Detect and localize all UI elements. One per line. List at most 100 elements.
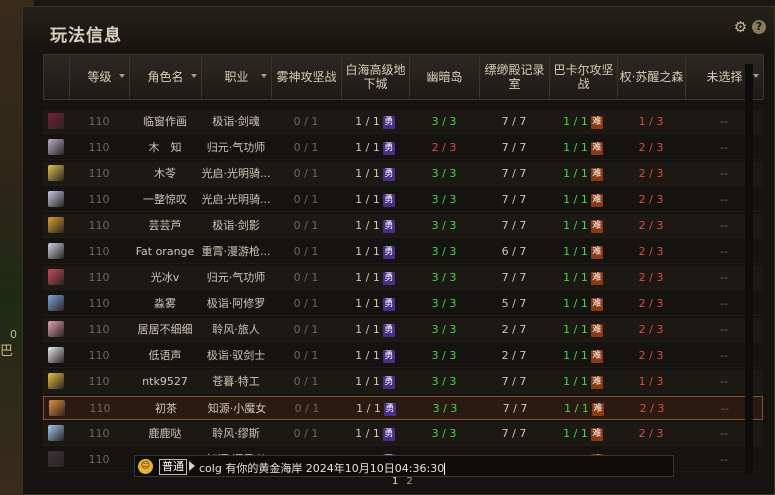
cell-youan: 3 / 3 <box>409 318 479 341</box>
cell-senlin-value: 2 / 3 <box>638 167 664 180</box>
table-row[interactable]: 110 一整惊叹 光启·光明骑... 0 / 11 / 1勇3 / 37 / 71 /… <box>43 188 763 212</box>
cell-piaomiao-value: 7 / 7 <box>501 427 527 440</box>
sort-arrow-icon[interactable] <box>753 74 759 78</box>
cell-piaomiao-value: 5 / 7 <box>501 297 527 310</box>
cell-baihai: 1 / 1勇 <box>341 370 409 393</box>
cell-wushen-value: 0 / 1 <box>293 323 319 336</box>
cell-name-value: 光冰v <box>150 271 180 284</box>
header-piaomiao: 缥缈殿记录室 <box>480 55 550 99</box>
header-name[interactable]: 角色名 <box>130 55 202 99</box>
table-row[interactable]: 110 ntk9527 苍暮·特工 0 / 11 / 1勇3 / 37 / 71 / … <box>43 370 763 394</box>
table-row[interactable]: 110 居居不细细 聆风·旅人 0 / 11 / 1勇3 / 32 / 71 / 1难… <box>43 318 763 342</box>
cell-senlin: 2 / 3 <box>617 292 685 315</box>
cell-wushen-value: 0 / 1 <box>293 219 319 232</box>
table-row[interactable]: 110 芸芸芦 极诣·剑影 0 / 11 / 1勇3 / 37 / 71 / 1难2 … <box>43 214 763 238</box>
cell-senlin-value: 2 / 3 <box>638 323 664 336</box>
sort-arrow-icon[interactable] <box>261 74 267 78</box>
cell-unselected-value: -- <box>720 375 728 388</box>
cell-youan-value: 3 / 3 <box>431 167 457 180</box>
table-row[interactable]: 110 初茶 知源·小魔女 0 / 11 / 1勇3 / 37 / 71 / 1难2 … <box>43 396 763 420</box>
brave-badge-icon: 勇 <box>383 402 396 416</box>
cell-name: 光冰v <box>129 266 201 289</box>
cell-level: 110 <box>69 344 129 367</box>
background-mark: 巴 <box>0 344 14 359</box>
chevron-right-icon[interactable] <box>189 461 195 471</box>
cell-class: 聆风·旅人 <box>201 318 271 341</box>
cell-senlin-value: 2 / 3 <box>638 427 664 440</box>
cell-wushen: 0 / 1 <box>271 162 341 185</box>
chat-channel-selector[interactable]: 普通 <box>159 459 187 475</box>
table-row[interactable]: 110 木苓 光启·光明骑... 0 / 11 / 1勇3 / 37 / 71 / 1… <box>43 162 763 186</box>
cell-bakaer-value: 1 / 1 <box>563 349 588 362</box>
table-row[interactable]: 110 木 知归元·气功师 0 / 11 / 1勇2 / 37 / 71 / 1难2… <box>43 136 763 160</box>
cell-baihai-value: 1 / 1 <box>355 375 380 388</box>
chat-input-bar[interactable]: ☺ 普通 colg 有你的黄金海岸 2024年10月10日04:36:30 <box>134 455 674 477</box>
cell-senlin: 1 / 3 <box>617 370 685 393</box>
header-class[interactable]: 职业 <box>202 55 272 99</box>
cell-name: 芸芸芦 <box>129 214 201 237</box>
cell-youan-value: 3 / 3 <box>432 402 458 415</box>
cell-name: Fat orange <box>129 240 201 263</box>
cell-youan: 3 / 3 <box>409 162 479 185</box>
cell-unselected-value: -- <box>720 323 728 336</box>
cell-name: ntk9527 <box>129 370 201 393</box>
cell-piaomiao-value: 2 / 7 <box>501 349 527 362</box>
cell-class-value: 聆风·缪斯 <box>212 427 260 440</box>
cell-level: 110 <box>69 370 129 393</box>
cell-wushen-value: 0 / 1 <box>293 271 319 284</box>
cell-youan: 3 / 3 <box>409 214 479 237</box>
cell-class-value: 极诣·剑魂 <box>212 115 260 128</box>
page-1-link[interactable]: 1 <box>392 476 398 487</box>
table-row[interactable]: 110 鹿鹿哒 聆风·缪斯 0 / 11 / 1勇3 / 37 / 71 / 1难2 … <box>43 422 763 446</box>
brave-badge-icon: 勇 <box>382 115 395 129</box>
cell-piaomiao: 6 / 7 <box>479 240 549 263</box>
sort-arrow-icon[interactable] <box>191 74 197 78</box>
cell-bakaer-value: 1 / 1 <box>564 402 589 415</box>
cell-class: 知源·小魔女 <box>202 397 272 420</box>
cell-youan-value: 3 / 3 <box>431 349 457 362</box>
cell-unselected-value: -- <box>720 453 728 466</box>
cell-senlin-value: 2 / 3 <box>639 402 665 415</box>
cell-wushen: 0 / 1 <box>271 344 341 367</box>
cell-level-value: 110 <box>88 141 110 154</box>
cell-youan: 3 / 3 <box>409 292 479 315</box>
cell-piaomiao: 7 / 7 <box>479 162 549 185</box>
table-row[interactable]: 110 临窗作画 极诣·剑魂 0 / 11 / 1勇3 / 37 / 71 / 1难1… <box>43 110 763 134</box>
hard-badge-icon: 难 <box>590 167 603 181</box>
header-label: 权·苏醒之森 <box>619 70 684 84</box>
character-avatar <box>48 295 64 311</box>
cell-level-value: 110 <box>88 219 110 232</box>
cell-level-value: 110 <box>89 402 111 415</box>
table-row[interactable]: 110 光冰v 归元·气功师 0 / 11 / 1勇3 / 37 / 71 / 1难2… <box>43 266 763 290</box>
cell-baihai-value: 1 / 1 <box>355 297 380 310</box>
text-caret <box>444 463 446 475</box>
cell-bakaer-value: 1 / 1 <box>563 141 588 154</box>
header-level[interactable]: 等级 <box>70 55 130 99</box>
cell-baihai-value: 1 / 1 <box>355 167 380 180</box>
cell-senlin: 2 / 3 <box>617 266 685 289</box>
cell-baihai: 1 / 1勇 <box>341 266 409 289</box>
cell-class-value: 知源·小魔女 <box>207 402 267 415</box>
page-2-link[interactable]: 2 <box>406 476 412 487</box>
cell-senlin: 2 / 3 <box>617 344 685 367</box>
scrollbar-track[interactable] <box>745 64 753 474</box>
gear-icon[interactable]: ⚙ <box>733 20 748 35</box>
table-row[interactable]: 110 Fat orange 重霄·漫游枪... 0 / 11 / 1勇3 / 36 … <box>43 240 763 264</box>
brave-badge-icon: 勇 <box>382 349 395 363</box>
cell-level: 110 <box>69 448 129 471</box>
cell-unselected-value: -- <box>720 141 728 154</box>
smiley-icon[interactable]: ☺ <box>138 459 153 474</box>
table-row[interactable]: 110 低语声 极诣·驭剑士 0 / 11 / 1勇3 / 32 / 71 / 1难2… <box>43 344 763 368</box>
header-avatar <box>44 55 70 99</box>
cell-bakaer-value: 1 / 1 <box>563 219 588 232</box>
cell-wushen: 0 / 1 <box>271 136 341 159</box>
header-label: 雾神攻坚战 <box>276 70 337 84</box>
sort-arrow-icon[interactable] <box>119 74 125 78</box>
table-row[interactable]: 110 淼雾 极诣·阿修罗 0 / 11 / 1勇3 / 35 / 71 / 1难2 … <box>43 292 763 316</box>
chat-input-text[interactable]: colg 有你的黄金海岸 2024年10月10日04:36:30 <box>199 460 446 476</box>
header-baihai: 白海高级地下城 <box>342 55 410 99</box>
panel-title: 玩法信息 <box>50 26 122 46</box>
cell-senlin-value: 2 / 3 <box>638 141 664 154</box>
cell-class: 归元·气功师 <box>201 136 271 159</box>
help-icon[interactable]: ? <box>752 20 766 34</box>
